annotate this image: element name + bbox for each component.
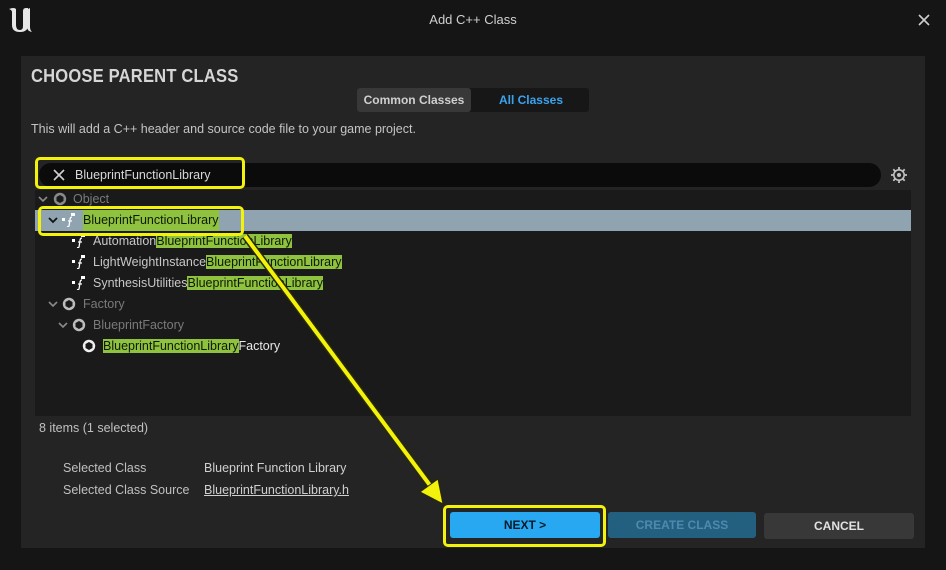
function-library-icon — [62, 213, 75, 227]
function-library-icon — [72, 276, 85, 290]
selected-class-source-label: Selected Class Source — [63, 483, 190, 497]
cancel-button[interactable]: CANCEL — [764, 513, 914, 539]
next-button[interactable]: NEXT > — [450, 512, 600, 538]
tree-item-blueprint-factory[interactable]: BlueprintFactory — [35, 315, 911, 336]
chevron-down-icon[interactable] — [58, 320, 68, 330]
tree-item-label: AutomationBlueprintFunctionLibrary — [93, 231, 292, 252]
selected-class-source-link[interactable]: BlueprintFunctionLibrary.h — [204, 483, 349, 497]
description-text: This will add a C++ header and source co… — [31, 122, 416, 136]
tree-item-lightweight-bfl[interactable]: LightWeightInstanceBlueprintFunctionLibr… — [35, 252, 911, 273]
label-prefix: Automation — [93, 234, 157, 248]
function-library-icon — [72, 255, 85, 269]
tree-item-factory[interactable]: Factory — [35, 294, 911, 315]
tree-item-label: Factory — [83, 297, 125, 311]
search-input[interactable] — [75, 164, 855, 186]
tree-item-synthesis-bfl[interactable]: SynthesisUtilitiesBlueprintFunctionLibra… — [35, 273, 911, 294]
tree-item-label: BlueprintFunctionLibrary — [83, 210, 219, 231]
tree-item-label: SynthesisUtilitiesBlueprintFunctionLibra… — [93, 273, 323, 294]
tree-item-bfl-factory[interactable]: BlueprintFunctionLibraryFactory — [35, 336, 911, 357]
close-icon[interactable] — [914, 10, 934, 30]
window-title: Add C++ Class — [429, 12, 517, 27]
clear-search-icon[interactable] — [52, 168, 66, 182]
gear-icon[interactable] — [889, 165, 909, 185]
tab-common-classes[interactable]: Common Classes — [357, 88, 471, 112]
tree-item-label: Object — [73, 192, 110, 206]
class-cube-icon — [82, 339, 96, 353]
tree-item-blueprint-function-library[interactable]: BlueprintFunctionLibrary — [35, 210, 911, 231]
create-class-button[interactable]: CREATE CLASS — [608, 512, 756, 538]
label-prefix: LightWeightInstance — [93, 255, 207, 269]
tree-item-label: LightWeightInstanceBlueprintFunctionLibr… — [93, 252, 342, 273]
search-match-highlight: BlueprintFunctionLibrary — [187, 276, 323, 290]
selected-class-label: Selected Class — [63, 461, 147, 475]
tree-item-automation-bfl[interactable]: AutomationBlueprintFunctionLibrary — [35, 231, 911, 252]
title-bar: Add C++ Class — [0, 0, 946, 40]
selected-class-value: Blueprint Function Library — [204, 461, 347, 475]
tab-all-classes[interactable]: All Classes — [473, 88, 589, 112]
item-count: 8 items (1 selected) — [39, 421, 149, 435]
class-tabs: Common Classes All Classes — [357, 88, 589, 112]
class-cube-icon — [62, 297, 76, 311]
tree-item-label: BlueprintFactory — [93, 318, 185, 332]
function-library-icon — [72, 234, 85, 248]
tree-item-object[interactable]: Object — [35, 189, 911, 210]
label-suffix: Factory — [238, 339, 281, 353]
chevron-down-icon[interactable] — [38, 194, 48, 204]
search-match-highlight: BlueprintFunctionLibrary — [103, 339, 239, 353]
chevron-down-icon[interactable] — [48, 299, 58, 309]
chevron-down-icon[interactable] — [48, 215, 58, 225]
page-title: CHOOSE PARENT CLASS — [31, 66, 239, 86]
tree-item-label: BlueprintFunctionLibraryFactory — [103, 336, 280, 357]
class-cube-icon — [72, 318, 86, 332]
label-prefix: SynthesisUtilities — [93, 276, 188, 290]
search-match-highlight: BlueprintFunctionLibrary — [206, 255, 342, 269]
class-cube-icon — [53, 192, 67, 206]
search-match-highlight: BlueprintFunctionLibrary — [156, 234, 292, 248]
